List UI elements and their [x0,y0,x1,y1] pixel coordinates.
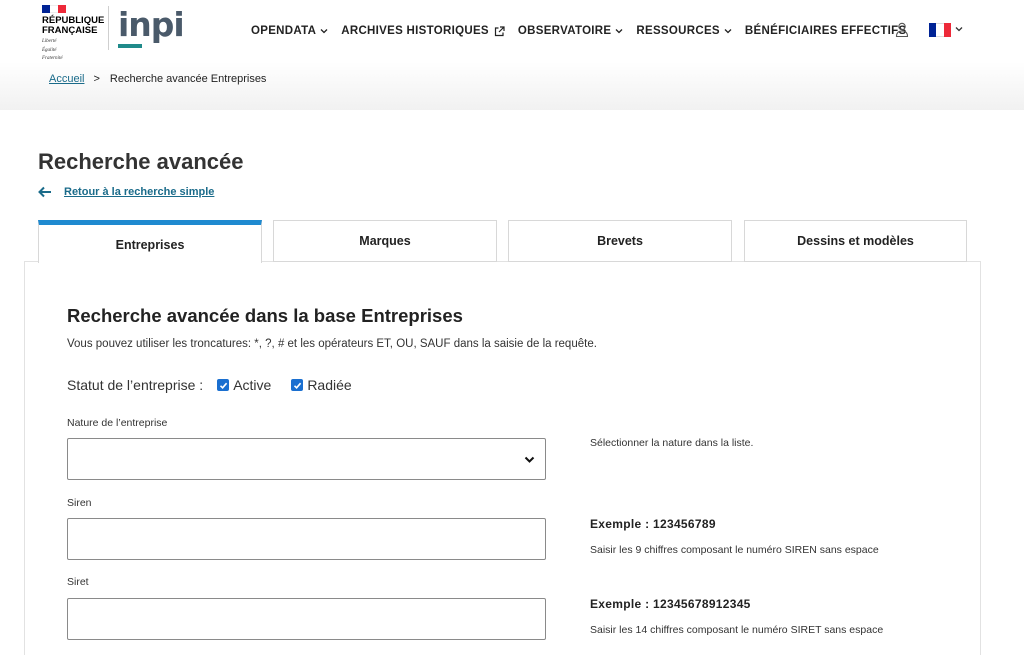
siren-input[interactable] [67,518,546,560]
checkbox-label: Radiée [307,377,352,393]
statut-group: Statut de l’entreprise : Active Radiée [67,377,372,393]
motto-line-3: Fraternité [42,56,63,61]
external-link-icon [494,25,505,36]
motto-line-1: Liberté [42,39,57,44]
nav-item-label: RESSOURCES [636,25,720,37]
page-title: Recherche avancée [38,149,244,174]
user-icon[interactable] [895,22,909,38]
siren-example: Exemple : 123456789 [590,517,716,531]
inpi-logo-accent [118,44,142,48]
checkbox-checked-icon[interactable] [217,379,230,391]
tab-marques[interactable]: Marques [273,220,497,262]
chevron-down-icon [524,456,535,463]
site-header: RÉPUBLIQUE FRANÇAISE Liberté Égalité Fra… [0,0,1024,62]
inpi-logo[interactable]: inpi [118,8,185,42]
nav-item-archives[interactable]: ARCHIVES HISTORIQUES [341,25,505,37]
breadcrumb: Accueil > Recherche avancée Entreprises [49,73,266,85]
republique-line-2: FRANÇAISE [42,25,98,36]
french-flag-icon[interactable] [929,23,951,37]
nav-item-opendata[interactable]: OPENDATA [251,25,328,37]
chevron-down-icon [724,29,732,34]
form-heading: Recherche avancée dans la base Entrepris… [67,305,463,326]
nature-select[interactable] [67,438,546,480]
chevron-down-icon[interactable] [955,25,963,33]
chevron-down-icon [320,29,328,34]
nature-help: Sélectionner la nature dans la liste. [590,437,754,449]
siret-input[interactable] [67,598,546,640]
logo-divider [108,6,109,50]
nature-label: Nature de l’entreprise [67,417,168,429]
breadcrumb-current: Recherche avancée Entreprises [109,73,267,85]
nav-item-label: OPENDATA [251,25,317,37]
siret-label: Siret [67,576,89,588]
siren-label: Siren [67,497,92,509]
siren-help: Saisir les 9 chiffres composant le numér… [590,544,879,556]
main-nav: OPENDATA ARCHIVES HISTORIQUES OBSERVATOI… [251,22,919,40]
back-to-simple-search[interactable]: Retour à la recherche simple [38,186,214,198]
nav-item-beneficiaires[interactable]: BÉNÉFICIAIRES EFFECTIFS [745,25,907,37]
checkbox-radiee[interactable]: Radiée [291,377,352,393]
nav-item-label: OBSERVATOIRE [517,25,612,37]
siret-help: Saisir les 14 chiffres composant le numé… [590,624,884,636]
marianne-flag-icon [42,5,66,13]
breadcrumb-separator: > [93,73,100,85]
tab-brevets[interactable]: Brevets [508,220,732,262]
tab-dessins-modeles[interactable]: Dessins et modèles [744,220,967,262]
breadcrumb-home-link[interactable]: Accueil [49,73,84,85]
chevron-down-icon [615,29,623,34]
tab-entreprises[interactable]: Entreprises [38,220,262,263]
nav-item-label: ARCHIVES HISTORIQUES [341,25,489,37]
checkbox-active[interactable]: Active [217,377,271,393]
form-intro: Vous pouvez utiliser les troncatures: *,… [67,338,597,350]
motto-line-2: Égalité [42,47,57,53]
checkbox-label: Active [233,377,272,393]
back-link[interactable]: Retour à la recherche simple [64,186,214,198]
siret-example: Exemple : 12345678912345 [590,597,751,611]
nav-item-ressources[interactable]: RESSOURCES [636,25,732,37]
nav-item-observatoire[interactable]: OBSERVATOIRE [518,25,624,37]
nav-item-label: BÉNÉFICIAIRES EFFECTIFS [744,25,907,37]
tab-bar: Entreprises Marques Brevets Dessins et m… [38,220,967,263]
republique-francaise-logo[interactable]: RÉPUBLIQUE FRANÇAISE Liberté Égalité Fra… [42,5,106,61]
statut-label: Statut de l’entreprise : [67,377,204,393]
checkbox-checked-icon[interactable] [291,379,304,391]
breadcrumb-band: Accueil > Recherche avancée Entreprises [0,62,1024,110]
arrow-left-icon [38,186,51,198]
